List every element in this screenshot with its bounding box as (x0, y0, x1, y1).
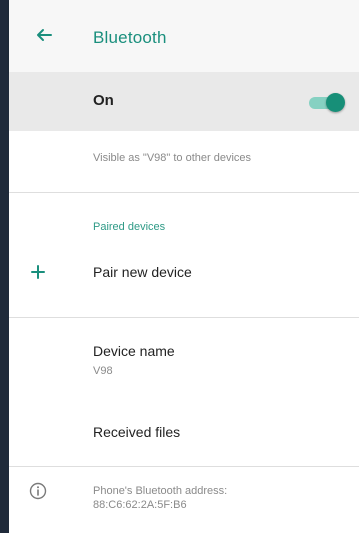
bluetooth-switch[interactable] (307, 92, 345, 112)
info-icon (29, 482, 47, 500)
received-files-item[interactable]: Received files (9, 412, 359, 452)
divider (9, 317, 359, 318)
received-files-label: Received files (93, 424, 181, 440)
bluetooth-toggle-label: On (93, 92, 114, 109)
app-bar: Bluetooth (9, 0, 359, 72)
arrow-left-icon (37, 29, 52, 41)
bluetooth-address-label: Phone's Bluetooth address: (93, 485, 228, 497)
bluetooth-settings-screen: Bluetooth On Visible as "V98" to other d… (0, 0, 359, 533)
pair-new-device-button[interactable]: Pair new device (9, 250, 359, 296)
bluetooth-toggle-row[interactable]: On (9, 72, 359, 131)
device-name-value: V98 (93, 365, 113, 377)
bluetooth-address-footer: Phone's Bluetooth address: 88:C6:62:2A:5… (9, 467, 359, 533)
device-name-item[interactable]: Device name V98 (9, 333, 359, 383)
plus-icon (26, 260, 50, 284)
settings-content: Bluetooth On Visible as "V98" to other d… (9, 0, 359, 533)
divider (9, 192, 359, 193)
page-title: Bluetooth (93, 28, 167, 47)
paired-devices-header: Paired devices (93, 221, 166, 233)
device-name-label: Device name (93, 343, 175, 359)
switch-thumb (326, 93, 345, 112)
visibility-text: Visible as "V98" to other devices (93, 152, 252, 164)
pair-new-device-label: Pair new device (93, 264, 192, 280)
device-bezel (0, 0, 9, 533)
bluetooth-address-value: 88:C6:62:2A:5F:B6 (93, 499, 187, 511)
back-button[interactable] (31, 22, 57, 48)
